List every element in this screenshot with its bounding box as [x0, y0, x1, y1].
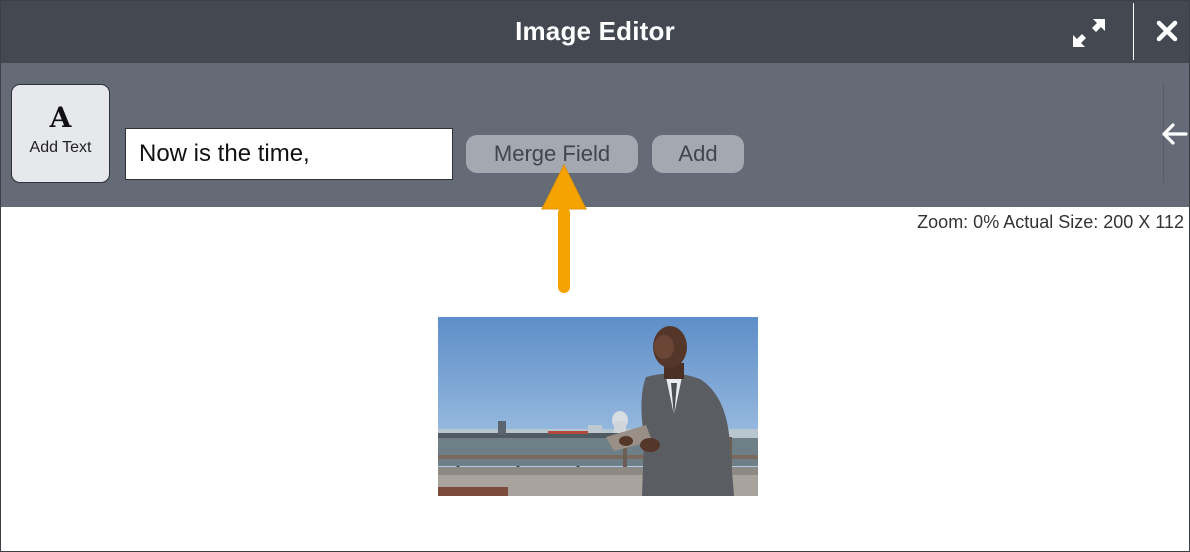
add-text-button[interactable]: A Add Text	[11, 84, 110, 183]
annotation-arrow-icon	[541, 163, 587, 293]
expand-button[interactable]	[1067, 13, 1111, 53]
add-text-label: Add Text	[29, 139, 92, 156]
collapse-panel-button[interactable]	[1159, 119, 1189, 149]
arrow-left-icon	[1162, 123, 1188, 145]
editor-toolbar: A Add Text Merge Field Add	[1, 63, 1189, 207]
title-divider	[1133, 3, 1134, 60]
text-tool-icon: A	[49, 101, 72, 134]
close-x-icon	[1156, 20, 1178, 42]
businessman-photo	[438, 317, 758, 496]
title-bar: Image Editor	[1, 1, 1189, 63]
image-preview[interactable]	[438, 317, 758, 496]
expand-arrows-icon	[1073, 19, 1105, 47]
text-entry-field[interactable]	[125, 128, 453, 180]
close-button[interactable]	[1149, 13, 1185, 49]
image-editor-window: Image Editor A Add Text Now is the time,…	[0, 0, 1190, 552]
window-title: Image Editor	[515, 16, 675, 46]
zoom-info: Zoom: 0% Actual Size: 200 X 112	[917, 212, 1184, 232]
add-button[interactable]: Add	[652, 135, 744, 173]
